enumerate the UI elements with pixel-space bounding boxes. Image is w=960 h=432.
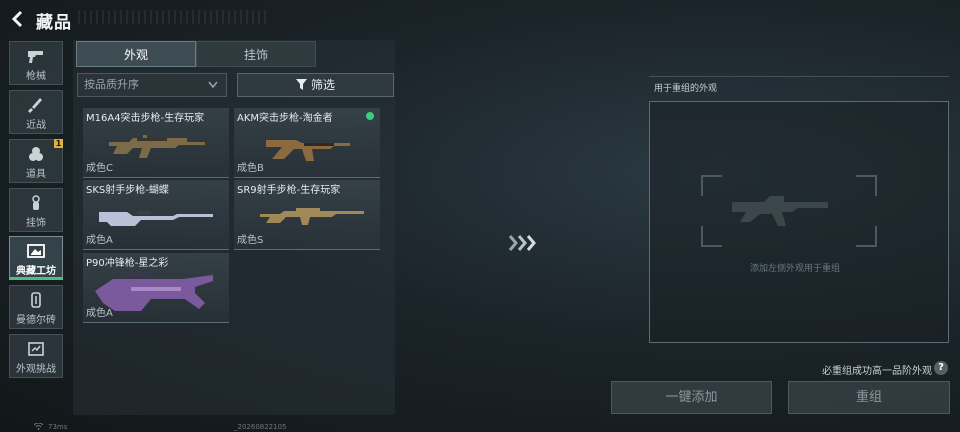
pistol-icon [28,51,43,63]
nav-item-appearance-challenge[interactable]: 外观挑战 [9,334,63,378]
chevron-down-icon [208,81,218,89]
item-card[interactable]: AKM突击步枪-淘金者 成色B [234,108,380,178]
build-version: _20260822105 [234,423,287,431]
status-dot [366,112,374,120]
nav-item-melee[interactable]: 近战 [9,90,63,134]
regroup-preview-slot[interactable] [649,101,949,343]
header-decoration [78,10,268,24]
item-grade: 成色B [237,163,264,174]
tab-appearance[interactable]: 外观 [76,41,196,67]
brick-icon [31,292,41,308]
regroup-promo-text: 必重组成功高一品阶外观 [822,366,932,377]
help-icon[interactable]: ? [934,361,948,375]
wifi-icon [34,423,43,430]
nav-label: 道具 [26,169,46,180]
rifle-image [266,140,350,161]
challenge-icon [28,342,44,356]
transfer-arrows-icon [508,235,536,251]
item-card[interactable]: SKS射手步枪-蝴蝶 成色A [83,180,229,250]
tab-charms[interactable]: 挂饰 [196,41,316,67]
preview-title: 用于重组的外观 [654,84,718,94]
sort-label: 按品质升序 [84,78,139,91]
item-card[interactable]: M16A4突击步枪-生存玩家 成色C [83,108,229,178]
preview-title-divider [649,76,949,77]
item-name: SR9射手步枪-生存玩家 [237,185,341,196]
item-grade: 成色A [86,235,113,246]
funnel-icon [295,79,307,90]
rifle-image [99,211,213,226]
rifle-image [260,208,364,225]
item-card[interactable]: SR9射手步枪-生存玩家 成色S [234,180,380,250]
regroup-button[interactable]: 重组 [788,381,950,414]
nav-item-charms[interactable]: 挂饰 [9,188,63,232]
sort-dropdown[interactable]: 按品质升序 [77,73,227,97]
nav-item-props[interactable]: 道具 1 [9,139,63,183]
grenade-icon [29,147,43,161]
one-click-add-button[interactable]: 一键添加 [611,381,772,414]
nav-label: 典藏工坊 [16,266,56,277]
rifle-image [109,135,205,158]
knife-icon [28,98,42,113]
item-name: AKM突击步枪-淘金者 [237,113,333,124]
nav-item-workshop[interactable]: 典藏工坊 [9,236,63,280]
nav-label: 近战 [26,120,46,131]
item-grade: 成色A [86,308,113,319]
ping-readout: 73ms [48,423,68,431]
nav-label: 曼德尔砖 [16,315,56,326]
nav-item-guns[interactable]: 枪械 [9,41,63,85]
filter-button[interactable]: 筛选 [237,73,394,97]
nav-item-mandel-brick[interactable]: 曼德尔砖 [9,285,63,329]
page-title: 藏品 [36,13,72,33]
workshop-icon [27,244,45,258]
nav-label: 外观挑战 [16,364,56,375]
preview-hint: 添加左侧外观用于重组 [750,264,841,274]
nav-label: 挂饰 [26,218,46,229]
charm-icon [32,195,40,210]
item-grade: 成色S [237,235,264,246]
nav-label: 枪械 [26,71,46,82]
item-card[interactable]: P90冲锋枪-星之彩 成色A [83,253,229,323]
item-grade: 成色C [86,163,113,174]
item-name: M16A4突击步枪-生存玩家 [86,113,205,124]
item-name: SKS射手步枪-蝴蝶 [86,185,169,196]
back-arrow-icon[interactable] [10,10,26,28]
notification-badge: 1 [54,139,63,148]
empty-slot-frame-icon [701,175,877,247]
filter-label: 筛选 [310,78,335,92]
